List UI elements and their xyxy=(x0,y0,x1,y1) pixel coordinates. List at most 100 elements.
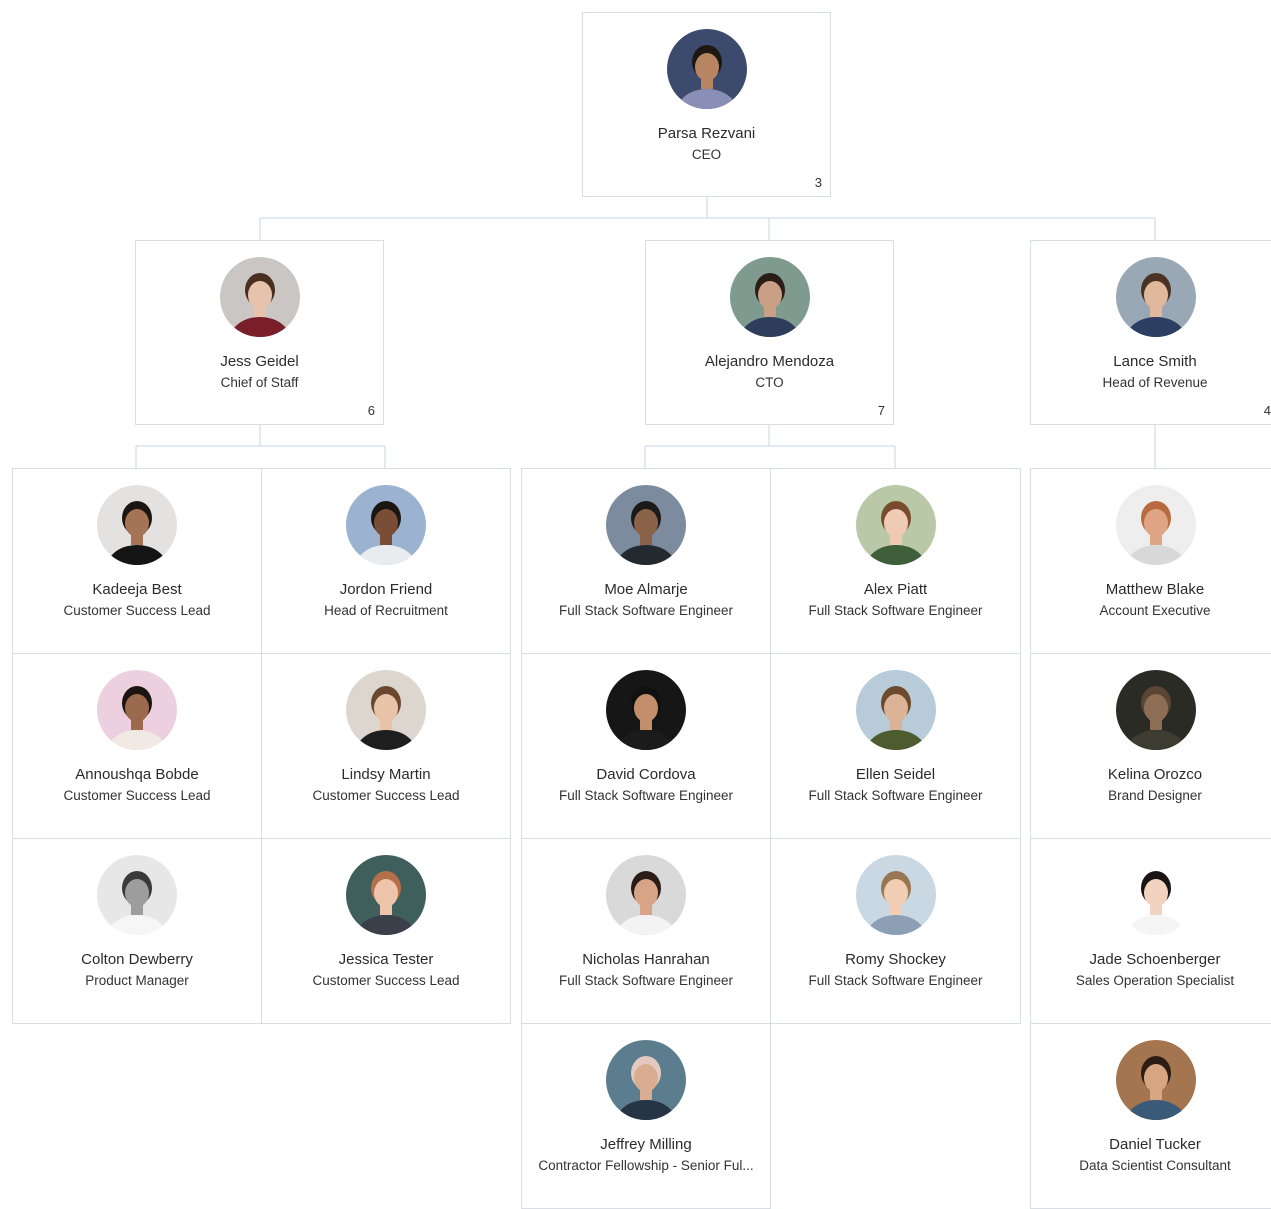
avatar xyxy=(1116,670,1196,750)
person-title: Head of Revenue xyxy=(1102,375,1208,390)
person-card-manager[interactable]: Lance Smith Head of Revenue 4 xyxy=(1030,240,1271,425)
avatar xyxy=(1116,1040,1196,1120)
person-card[interactable]: Jade Schoenberger Sales Operation Specia… xyxy=(1030,838,1271,1024)
person-name: Ellen Seidel xyxy=(855,766,936,783)
direct-reports-count[interactable]: 6 xyxy=(368,403,375,418)
portrait-image xyxy=(1116,855,1196,935)
person-title: Account Executive xyxy=(1099,603,1211,618)
person-name: David Cordova xyxy=(596,766,696,783)
person-card[interactable]: Kadeeja Best Customer Success Lead xyxy=(12,468,262,654)
portrait-image xyxy=(97,855,177,935)
person-card[interactable]: Moe Almarje Full Stack Software Engineer xyxy=(521,468,771,654)
person-name: Alex Piatt xyxy=(863,581,928,598)
direct-reports-count[interactable]: 4 xyxy=(1264,403,1271,418)
person-card[interactable]: David Cordova Full Stack Software Engine… xyxy=(521,653,771,839)
person-title: Full Stack Software Engineer xyxy=(558,788,734,803)
person-card[interactable]: Matthew Blake Account Executive xyxy=(1030,468,1271,654)
person-card[interactable]: Lindsy Martin Customer Success Lead xyxy=(261,653,511,839)
avatar xyxy=(855,855,936,935)
avatar xyxy=(346,855,426,935)
person-title: Sales Operation Specialist xyxy=(1075,973,1235,988)
person-name: Lance Smith xyxy=(1113,353,1197,370)
portrait-image xyxy=(855,670,936,750)
direct-reports-count[interactable]: 7 xyxy=(878,403,885,418)
person-name: Jessica Tester xyxy=(338,951,434,968)
person-card[interactable]: Jordon Friend Head of Recruitment xyxy=(261,468,511,654)
portrait-image xyxy=(346,485,426,565)
avatar xyxy=(346,670,426,750)
person-name: Matthew Blake xyxy=(1105,581,1205,598)
person-name: Jordon Friend xyxy=(339,581,433,598)
person-name: Annoushqa Bobde xyxy=(75,766,199,783)
person-name: Alejandro Mendoza xyxy=(704,353,835,370)
person-name: Kelina Orozco xyxy=(1107,766,1203,783)
portrait-image xyxy=(666,29,747,109)
portrait-image xyxy=(1116,670,1196,750)
person-title: Customer Success Lead xyxy=(63,788,211,803)
portrait-image xyxy=(1116,257,1196,337)
portrait-image xyxy=(1116,485,1196,565)
portrait-image xyxy=(219,257,300,337)
person-card[interactable]: Kelina Orozco Brand Designer xyxy=(1030,653,1271,839)
person-title: Contractor Fellowship - Senior Ful... xyxy=(538,1158,754,1173)
person-title: Head of Recruitment xyxy=(324,603,448,618)
portrait-image xyxy=(346,670,426,750)
person-card-manager[interactable]: Alejandro Mendoza CTO 7 xyxy=(645,240,894,425)
avatar xyxy=(666,29,747,109)
portrait-image xyxy=(855,855,936,935)
person-title: CTO xyxy=(755,375,784,390)
avatar xyxy=(97,670,177,750)
person-title: CEO xyxy=(691,147,722,162)
portrait-image xyxy=(1116,1040,1196,1120)
portrait-image xyxy=(729,257,810,337)
person-name: Moe Almarje xyxy=(604,581,688,598)
person-name: Lindsy Martin xyxy=(341,766,431,783)
avatar xyxy=(1116,485,1196,565)
portrait-image xyxy=(855,485,936,565)
person-name: Colton Dewberry xyxy=(81,951,193,968)
person-card[interactable]: Jessica Tester Customer Success Lead xyxy=(261,838,511,1024)
person-name: Nicholas Hanrahan xyxy=(582,951,710,968)
person-name: Jade Schoenberger xyxy=(1089,951,1221,968)
direct-reports-count[interactable]: 3 xyxy=(815,175,822,190)
person-card[interactable]: Romy Shockey Full Stack Software Enginee… xyxy=(770,838,1021,1024)
portrait-image xyxy=(97,670,177,750)
person-card[interactable]: Ellen Seidel Full Stack Software Enginee… xyxy=(770,653,1021,839)
portrait-image xyxy=(606,670,686,750)
portrait-image xyxy=(606,485,686,565)
person-title: Full Stack Software Engineer xyxy=(808,788,983,803)
avatar xyxy=(1116,257,1196,337)
avatar xyxy=(855,670,936,750)
person-name: Kadeeja Best xyxy=(92,581,182,598)
person-title: Customer Success Lead xyxy=(312,973,460,988)
person-card-root[interactable]: Parsa Rezvani CEO 3 xyxy=(582,12,831,197)
avatar xyxy=(606,855,686,935)
avatar xyxy=(97,485,177,565)
person-name: Jess Geidel xyxy=(220,353,299,370)
person-card[interactable]: Jeffrey Milling Contractor Fellowship - … xyxy=(521,1023,771,1209)
person-title: Data Scientist Consultant xyxy=(1079,1158,1231,1173)
person-title: Customer Success Lead xyxy=(63,603,211,618)
portrait-image xyxy=(97,485,177,565)
person-name: Jeffrey Milling xyxy=(600,1136,692,1153)
person-title: Customer Success Lead xyxy=(312,788,460,803)
person-title: Brand Designer xyxy=(1108,788,1202,803)
person-name: Daniel Tucker xyxy=(1109,1136,1201,1153)
avatar xyxy=(606,1040,686,1120)
person-title: Full Stack Software Engineer xyxy=(808,603,983,618)
person-name: Parsa Rezvani xyxy=(657,125,756,142)
person-card[interactable]: Colton Dewberry Product Manager xyxy=(12,838,262,1024)
person-card[interactable]: Alex Piatt Full Stack Software Engineer xyxy=(770,468,1021,654)
avatar xyxy=(219,257,300,337)
portrait-image xyxy=(606,855,686,935)
person-title: Full Stack Software Engineer xyxy=(558,603,734,618)
person-card[interactable]: Nicholas Hanrahan Full Stack Software En… xyxy=(521,838,771,1024)
person-card-manager[interactable]: Jess Geidel Chief of Staff 6 xyxy=(135,240,384,425)
person-card[interactable]: Annoushqa Bobde Customer Success Lead xyxy=(12,653,262,839)
avatar xyxy=(606,670,686,750)
portrait-image xyxy=(346,855,426,935)
portrait-image xyxy=(606,1040,686,1120)
avatar xyxy=(346,485,426,565)
person-title: Full Stack Software Engineer xyxy=(558,973,734,988)
person-card[interactable]: Daniel Tucker Data Scientist Consultant xyxy=(1030,1023,1271,1209)
